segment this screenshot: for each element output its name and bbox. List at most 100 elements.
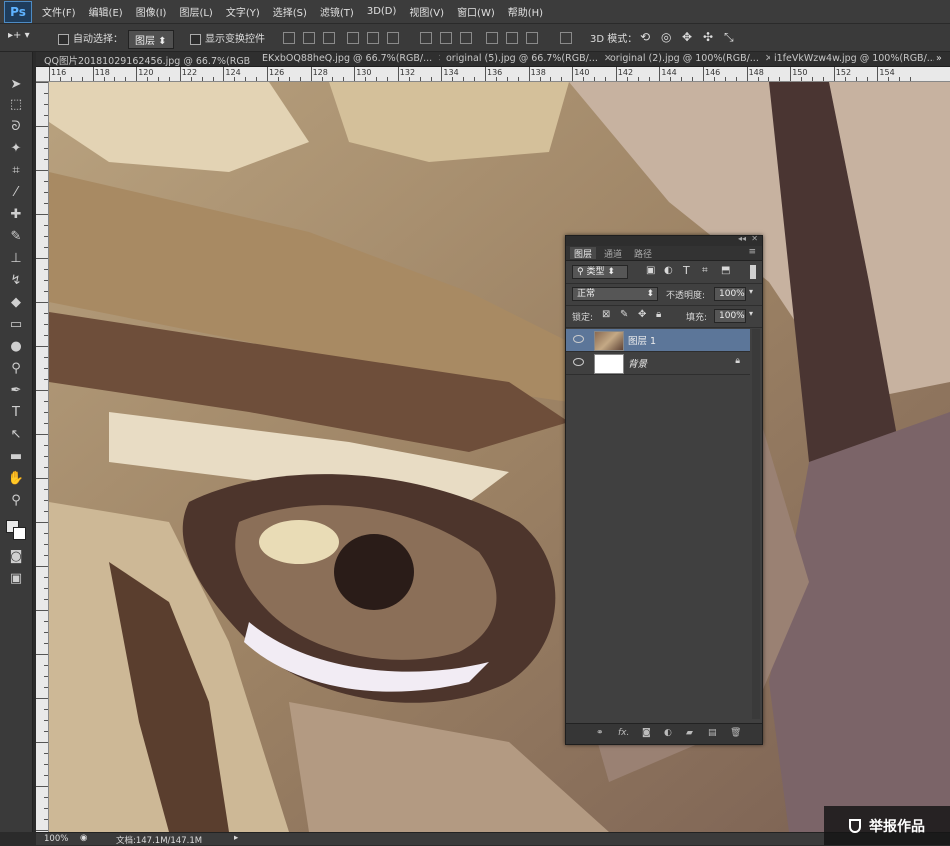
tab-paths[interactable]: 路径 <box>630 247 656 260</box>
status-info-icon[interactable]: ◉ <box>80 833 87 843</box>
show-transform-checkbox[interactable]: 显示变换控件 <box>190 30 265 45</box>
status-menu-arrow-icon[interactable]: ▸ <box>234 833 238 843</box>
add-style-button[interactable]: fx. <box>618 728 629 738</box>
delete-layer-icon[interactable]: 🗑︎ <box>730 728 741 738</box>
visibility-eye-icon[interactable] <box>573 335 584 343</box>
menu-filter[interactable]: 滤镜(T) <box>320 4 354 19</box>
new-layer-icon[interactable]: ▤ <box>708 728 717 738</box>
adjustment-filter-icon[interactable]: ◐ <box>664 265 673 276</box>
distribute-hcenter-icon[interactable] <box>506 32 518 44</box>
filter-kind-dropdown[interactable]: ⚲ 类型 ⬍ <box>572 265 628 279</box>
link-layers-icon[interactable]: ⚭ <box>596 728 604 738</box>
auto-select-checkbox[interactable]: 自动选择： <box>58 30 123 45</box>
close-icon[interactable]: ✕ <box>438 53 440 64</box>
menu-3d[interactable]: 3D(D) <box>367 6 397 17</box>
history-brush-tool-icon[interactable]: ↯ <box>7 272 25 290</box>
gradient-tool-icon[interactable]: ▭ <box>7 316 25 334</box>
menu-type[interactable]: 文字(Y) <box>226 4 260 19</box>
menu-view[interactable]: 视图(V) <box>409 4 444 19</box>
align-right-icon[interactable] <box>387 32 399 44</box>
lock-transparency-icon[interactable]: ⊠ <box>602 309 610 320</box>
pixel-filter-icon[interactable]: ▣ <box>646 265 655 276</box>
lasso-tool-icon[interactable]: ᘐ <box>7 118 25 136</box>
layers-scrollbar[interactable] <box>752 329 760 719</box>
doc-tab[interactable]: original (2).jpg @ 100%(RGB/... ✕ <box>610 53 770 67</box>
distribute-vcenter-icon[interactable] <box>440 32 452 44</box>
layer-row-background[interactable]: 背景 🔒︎ <box>566 352 750 375</box>
roll-3d-icon[interactable]: ◎ <box>661 30 671 44</box>
menu-select[interactable]: 选择(S) <box>273 4 307 19</box>
crop-tool-icon[interactable]: ⌗ <box>7 162 25 180</box>
align-hcenter-icon[interactable] <box>367 32 379 44</box>
dodge-tool-icon[interactable]: ⚲ <box>7 360 25 378</box>
distribute-bottom-icon[interactable] <box>460 32 472 44</box>
align-top-icon[interactable] <box>283 32 295 44</box>
rotate-3d-icon[interactable]: ⟲ <box>640 30 650 44</box>
smart-object-filter-icon[interactable]: ⬒ <box>721 265 730 276</box>
background-color-swatch[interactable] <box>13 527 26 540</box>
auto-align-icon[interactable] <box>560 32 572 44</box>
close-panel-icon[interactable]: ✕ <box>751 234 758 243</box>
drag-3d-icon[interactable]: ✥ <box>682 30 692 44</box>
screen-mode-icon[interactable]: ▣ <box>7 570 25 588</box>
menu-file[interactable]: 文件(F) <box>42 4 76 19</box>
type-filter-icon[interactable]: T <box>683 264 690 277</box>
report-watermark[interactable]: 举报作品 <box>824 806 950 845</box>
move-tool-preset-icon[interactable]: ▸+ ▾ <box>8 30 30 41</box>
more-tabs-icon[interactable]: » <box>936 53 948 67</box>
opacity-field[interactable]: 100% <box>714 287 746 301</box>
rectangle-tool-icon[interactable]: ▬ <box>7 448 25 466</box>
doc-tab[interactable]: original (5).jpg @ 66.7%(RGB/... ✕ <box>446 53 616 67</box>
menu-layer[interactable]: 图层(L) <box>179 4 212 19</box>
document-canvas[interactable] <box>49 82 950 832</box>
eyedropper-tool-icon[interactable]: ⁄ <box>7 184 25 202</box>
distribute-left-icon[interactable] <box>486 32 498 44</box>
new-group-icon[interactable]: ▰ <box>686 728 693 738</box>
menu-help[interactable]: 帮助(H) <box>508 4 543 19</box>
clone-stamp-tool-icon[interactable]: ⊥ <box>7 250 25 268</box>
move-tool-icon[interactable]: ➤ <box>7 76 25 94</box>
auto-select-dropdown[interactable]: 图层 ⬍ <box>128 30 174 49</box>
pen-tool-icon[interactable]: ✒ <box>7 382 25 400</box>
tab-layers[interactable]: 图层 <box>570 247 597 260</box>
fill-arrow-icon[interactable]: ▾ <box>749 309 753 318</box>
slide-3d-icon[interactable]: ✣ <box>703 30 713 44</box>
blend-mode-dropdown[interactable]: 正常 ⬍ <box>572 287 658 301</box>
close-icon[interactable]: ✕ <box>765 53 770 64</box>
eraser-tool-icon[interactable]: ◆ <box>7 294 25 312</box>
fill-field[interactable]: 100% <box>714 309 746 323</box>
visibility-eye-icon[interactable] <box>573 358 584 366</box>
lock-paint-icon[interactable]: ✎ <box>620 309 628 320</box>
shape-filter-icon[interactable]: ⌗ <box>702 265 708 276</box>
add-mask-icon[interactable]: ◙ <box>642 728 651 738</box>
magic-wand-tool-icon[interactable]: ✦ <box>7 140 25 158</box>
marquee-tool-icon[interactable]: ⬚ <box>7 96 25 114</box>
collapse-icon[interactable]: ◂◂ <box>738 234 746 243</box>
lock-all-icon[interactable]: 🔒︎ <box>656 309 661 320</box>
align-left-icon[interactable] <box>347 32 359 44</box>
filter-toggle[interactable] <box>750 265 756 279</box>
lock-position-icon[interactable]: ✥ <box>638 309 646 320</box>
distribute-right-icon[interactable] <box>526 32 538 44</box>
doc-tab[interactable]: EKxbOQ88heQ.jpg @ 66.7%(RGB/... ✕ <box>262 53 440 67</box>
doc-tab[interactable]: i1feVkWzw4w.jpg @ 100%(RGB/... <box>774 53 934 67</box>
healing-brush-tool-icon[interactable]: ✚ <box>7 206 25 224</box>
tab-channels[interactable]: 通道 <box>600 247 626 260</box>
panel-header[interactable]: ◂◂ ✕ <box>566 234 762 246</box>
menu-window[interactable]: 窗口(W) <box>457 4 495 19</box>
opacity-arrow-icon[interactable]: ▾ <box>749 287 753 296</box>
hand-tool-icon[interactable]: ✋ <box>7 470 25 488</box>
type-tool-icon[interactable]: T <box>7 404 25 422</box>
layer-row-1[interactable]: 图层 1 <box>566 329 750 352</box>
zoom-tool-icon[interactable]: ⚲ <box>7 492 25 510</box>
distribute-top-icon[interactable] <box>420 32 432 44</box>
blur-tool-icon[interactable]: ● <box>7 338 25 356</box>
path-selection-tool-icon[interactable]: ↖ <box>7 426 25 444</box>
new-adjustment-icon[interactable]: ◐ <box>664 728 672 738</box>
panel-menu-icon[interactable]: ≡ <box>748 247 756 257</box>
align-bottom-icon[interactable] <box>323 32 335 44</box>
quick-mask-icon[interactable]: ◙ <box>7 548 25 566</box>
brush-tool-icon[interactable]: ✎ <box>7 228 25 246</box>
align-vcenter-icon[interactable] <box>303 32 315 44</box>
scale-3d-icon[interactable]: ⤡ <box>724 30 734 45</box>
